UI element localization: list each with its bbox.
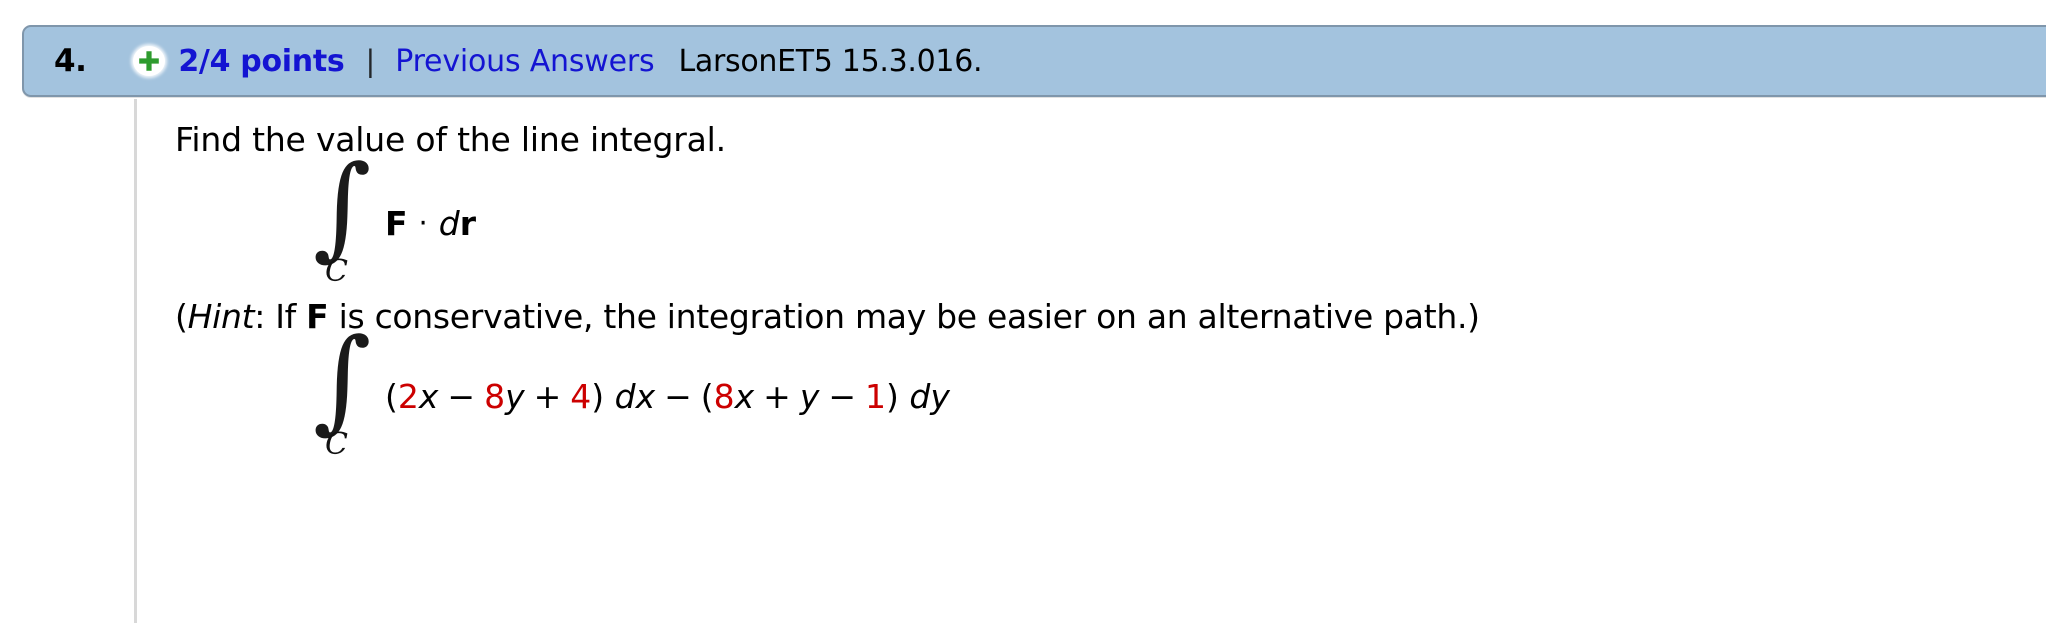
coefficient-8b: 8 [713,376,735,416]
operator-minus-1: − [447,376,476,416]
integral-expression-2: ∫ C (2 x −8 y +4) dx −(8 x + y −1) dy [175,324,2046,462]
textbook-reference-label: LarsonET5 15.3.016. [678,43,983,79]
operator-minus-2: − [664,376,692,416]
variable-x-1: x [418,376,439,416]
constant-1: 1 [865,376,887,416]
integral-sign-icon-2: ∫ C [313,324,371,462]
coefficient-2: 2 [397,376,419,416]
question-body: Find the value of the line integral. ∫ C… [134,99,2046,623]
hint-colon-if: : If [254,297,307,336]
hint-word: Hint [187,297,255,336]
question-content: Find the value of the line integral. ∫ C… [137,120,2046,462]
differential-dy: dy [909,376,950,416]
coefficient-8a: 8 [484,376,506,416]
integral-sign-icon: ∫ C [313,151,371,289]
vector-field-F: F [385,203,408,243]
integrand-1: F · d r [385,204,476,243]
close-paren-1: ) [591,376,605,416]
variable-y-2: y [799,376,820,416]
header-separator: | [365,44,376,78]
open-paren-2: ( [700,376,714,416]
integral-subscript-2: C [325,427,348,462]
integral-expression-1: ∫ C F · d r [175,151,2046,289]
constant-4: 4 [570,376,592,416]
open-paren-1: ( [385,376,398,416]
hint-rest-text: is conservative, the integration may be … [328,297,1480,336]
dot-product-operator: · [418,206,428,240]
integral-glyph-2: ∫ [313,315,372,445]
green-plus-icon[interactable] [133,46,166,76]
hint-open-paren: ( [175,297,188,336]
integral-glyph: ∫ [313,142,372,272]
question-header-bar: 4. 2/4 points | Previous Answers LarsonE… [22,25,2046,97]
operator-plus-1: + [533,376,562,416]
operator-minus-3: − [828,376,857,416]
hint-line: (Hint: If F is conservative, the integra… [175,297,2046,336]
points-label: 2/4 points [178,43,345,79]
variable-x-2: x [734,376,755,416]
question-prompt: Find the value of the line integral. [175,120,726,159]
vector-r: r [459,203,476,243]
previous-answers-link[interactable]: Previous Answers [395,44,654,79]
operator-plus-2: + [763,376,791,416]
integral-subscript: C [325,254,348,289]
variable-y-1: y [505,376,525,416]
differential-dx: dx [614,376,656,416]
integrand-2: (2 x −8 y +4) dx −(8 x + y −1) dy [385,377,950,416]
close-paren-2: ) [886,376,899,416]
differential-d: d [438,203,460,243]
question-number: 4. [54,43,87,79]
